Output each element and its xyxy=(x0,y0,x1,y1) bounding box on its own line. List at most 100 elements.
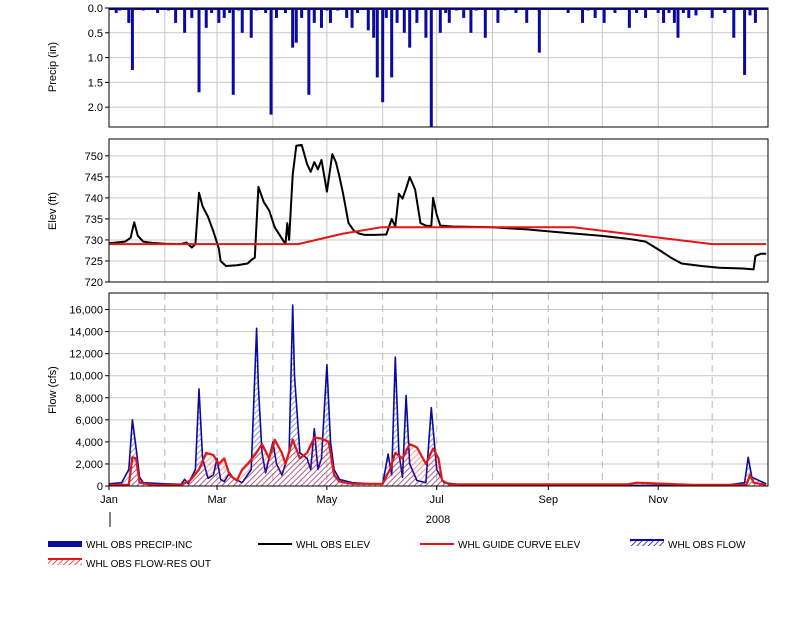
precip-bar xyxy=(694,8,698,16)
precip-ytick-label: 2.0 xyxy=(88,102,103,114)
flow-panel: 0 2,000 4,000 6,000 8,000 10,000 12,000 14,000 1… xyxy=(47,292,769,493)
flow-ytick-label: 14,000 xyxy=(69,327,103,339)
precip-bar xyxy=(350,8,354,28)
precip-bar xyxy=(676,8,680,38)
precip-bar xyxy=(602,8,606,23)
precip-bar xyxy=(635,8,639,13)
precip-bar xyxy=(222,8,226,18)
precip-bar xyxy=(723,8,727,13)
flow-lines xyxy=(108,304,767,487)
precip-bar xyxy=(656,8,660,13)
precip-bar xyxy=(174,8,178,23)
precip-bar xyxy=(264,8,268,13)
precip-bar xyxy=(127,8,131,23)
precip-bar xyxy=(375,8,379,78)
precip-bar xyxy=(462,8,466,18)
precip-frame xyxy=(108,7,769,128)
precip-bar xyxy=(444,8,448,13)
elev-panel: 720 725 730 735 740 745 750 Elev (ft) xyxy=(47,138,769,289)
flow-yticks: 0 2,000 4,000 6,000 8,000 10,000 12,000 14,000 1… xyxy=(69,305,109,493)
precip-bar xyxy=(672,8,676,23)
precip-bar xyxy=(514,8,518,13)
elev-ytick-label: 745 xyxy=(85,172,103,184)
precip-bar xyxy=(748,8,752,16)
precip-bar xyxy=(424,8,428,38)
precip-bar xyxy=(566,8,570,13)
precip-bar xyxy=(204,8,208,28)
precip-bar xyxy=(408,8,412,48)
elev-ytick-label: 720 xyxy=(85,277,103,289)
precip-bar xyxy=(156,8,160,13)
precip-bar xyxy=(732,8,736,38)
precip-bar xyxy=(667,8,671,13)
precip-bar xyxy=(291,8,295,48)
precip-bar xyxy=(447,8,451,23)
precip-bar xyxy=(681,8,685,13)
legend-label: WHL OBS FLOW-RES OUT xyxy=(86,559,211,570)
precip-bar xyxy=(283,8,287,13)
precip-bar xyxy=(355,8,359,13)
legend-label: WHL OBS ELEV xyxy=(296,540,370,551)
legend-item-whl-obs-elev: WHL OBS ELEV xyxy=(258,540,370,551)
precip-bar xyxy=(525,8,529,23)
precip-ytick-label: 0.5 xyxy=(88,28,103,40)
elev-ytick-label: 735 xyxy=(85,214,103,226)
x-tick-label: Jan xyxy=(100,494,118,506)
legend-item-whl-guide-curve-elev: WHL GUIDE CURVE ELEV xyxy=(420,540,581,551)
precip-panel: 0.0 0.5 1.0 1.5 2.0 Precip (in) xyxy=(47,3,769,128)
flow-ytick-label: 6,000 xyxy=(75,415,103,427)
precip-bar xyxy=(395,8,399,23)
precip-bar xyxy=(274,8,278,18)
precip-bar xyxy=(662,8,666,23)
x-tick-label: Nov xyxy=(648,494,668,506)
precip-bar xyxy=(390,8,394,78)
elev-ytick-label: 725 xyxy=(85,256,103,268)
elev-yticks: 720 725 730 735 740 745 750 xyxy=(85,151,109,289)
legend-label: WHL GUIDE CURVE ELEV xyxy=(458,540,581,551)
precip-bar xyxy=(130,8,134,70)
precip-bar xyxy=(249,8,253,38)
precip-bar xyxy=(710,8,714,18)
precip-bar xyxy=(328,8,332,23)
precip-bar xyxy=(753,8,757,23)
precip-bar xyxy=(496,8,500,23)
hydrograph-chart: 0.0 0.5 1.0 1.5 2.0 Precip (in) 720 725 730 735… xyxy=(47,3,769,570)
precip-bar xyxy=(687,8,691,18)
whl-obs-flow-res-out-fill xyxy=(109,437,767,486)
precip-bar xyxy=(627,8,631,28)
precip-bar xyxy=(183,8,187,33)
legend-item-whl-obs-flow: WHL OBS FLOW xyxy=(630,539,746,551)
x-axis: Jan Mar May Jul Sep Nov 2008 xyxy=(100,486,668,527)
precip-bar xyxy=(269,8,273,115)
precip-bar xyxy=(231,8,235,95)
precip-bar xyxy=(438,8,442,33)
precip-bar xyxy=(384,8,388,18)
precip-bar xyxy=(581,8,585,23)
precip-bar xyxy=(381,8,385,103)
year-label: 2008 xyxy=(426,514,450,526)
elev-lines xyxy=(108,143,767,271)
flow-ytick-label: 8,000 xyxy=(75,393,103,405)
flow-ylabel: Flow (cfs) xyxy=(47,366,59,414)
precip-bar xyxy=(197,8,201,93)
flow-ytick-label: 12,000 xyxy=(69,349,103,361)
elev-ytick-label: 730 xyxy=(85,235,103,247)
elev-ytick-label: 750 xyxy=(85,151,103,163)
precip-bar xyxy=(429,8,433,127)
precip-bar xyxy=(217,8,221,23)
legend-label: WHL OBS FLOW xyxy=(668,540,746,551)
precip-bar xyxy=(483,8,487,38)
precip-ylabel: Precip (in) xyxy=(47,42,59,92)
legend-item-whl-obs-precip-inc: WHL OBS PRECIP-INC xyxy=(48,540,192,551)
precip-bar xyxy=(210,8,214,13)
precip-bar xyxy=(190,8,194,18)
x-tick-label: Mar xyxy=(208,494,227,506)
precip-bar xyxy=(312,8,316,23)
legend-swatch xyxy=(48,541,82,547)
precip-bar xyxy=(294,8,298,43)
precip-yticks: 0.0 0.5 1.0 1.5 2.0 xyxy=(88,3,109,114)
precip-bar xyxy=(613,8,617,13)
precip-ytick-label: 1.0 xyxy=(88,53,103,65)
legend-label: WHL OBS PRECIP-INC xyxy=(86,540,192,551)
precip-ytick-label: 1.5 xyxy=(88,77,103,89)
